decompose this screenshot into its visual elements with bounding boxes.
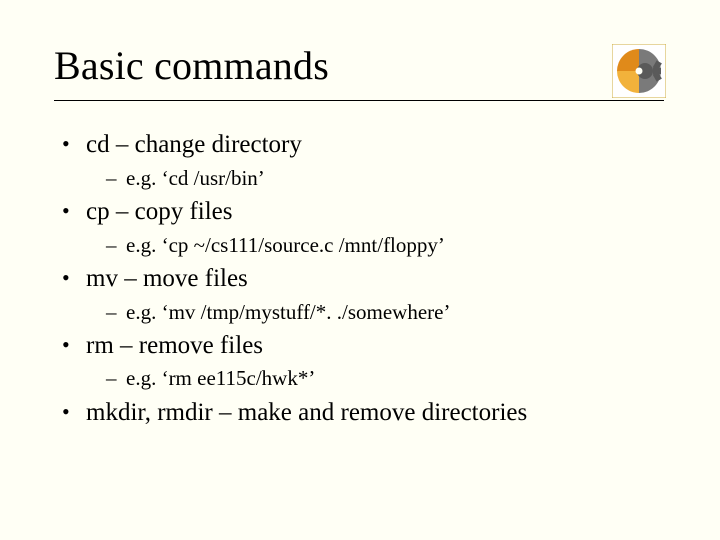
list-item: cd – change directory e.g. ‘cd /usr/bin’ [58,131,666,190]
sub-text: e.g. ‘rm ee115c/hwk*’ [126,366,315,390]
bullet-text: cp – copy files [86,198,232,225]
gear-sun-icon [612,44,666,98]
bullet-text: mv – move files [86,265,248,292]
list-item: cp – copy files e.g. ‘cp ~/cs111/source.… [58,198,666,257]
bullet-list: cd – change directory e.g. ‘cd /usr/bin’… [54,131,666,427]
sub-item: e.g. ‘rm ee115c/hwk*’ [106,366,666,390]
list-item: rm – remove files e.g. ‘rm ee115c/hwk*’ [58,332,666,391]
sub-text: e.g. ‘mv /tmp/mystuff/*. ./somewhere’ [126,300,450,324]
bullet-text: cd – change directory [86,131,302,158]
sub-list: e.g. ‘cp ~/cs111/source.c /mnt/floppy’ [86,233,666,257]
slide: Basic commands cd – cha [0,0,720,540]
sub-item: e.g. ‘cd /usr/bin’ [106,166,666,190]
slide-title: Basic commands [54,42,329,95]
title-row: Basic commands [54,42,666,98]
sub-list: e.g. ‘rm ee115c/hwk*’ [86,366,666,390]
sub-text: e.g. ‘cp ~/cs111/source.c /mnt/floppy’ [126,233,445,257]
sub-text: e.g. ‘cd /usr/bin’ [126,166,265,190]
sub-list: e.g. ‘mv /tmp/mystuff/*. ./somewhere’ [86,300,666,324]
title-block: Basic commands [54,42,329,95]
sub-list: e.g. ‘cd /usr/bin’ [86,166,666,190]
sub-item: e.g. ‘mv /tmp/mystuff/*. ./somewhere’ [106,300,666,324]
bullet-text: rm – remove files [86,332,263,359]
bullet-text: mkdir, rmdir – make and remove directori… [86,399,527,426]
list-item: mkdir, rmdir – make and remove directori… [58,399,666,428]
sub-item: e.g. ‘cp ~/cs111/source.c /mnt/floppy’ [106,233,666,257]
title-underline [54,100,664,101]
list-item: mv – move files e.g. ‘mv /tmp/mystuff/*.… [58,265,666,324]
